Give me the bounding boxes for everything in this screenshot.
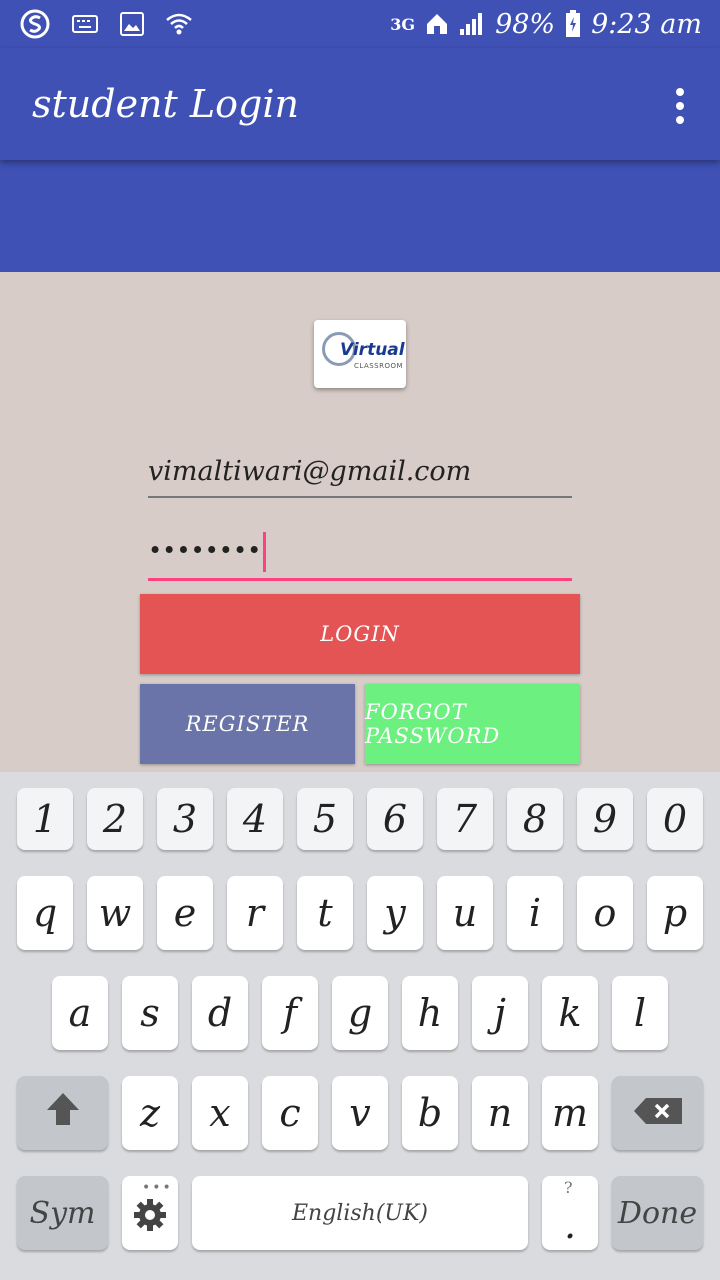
battery-charging-icon bbox=[565, 10, 581, 38]
password-value: •••••••• bbox=[148, 536, 262, 565]
more-dots-hint: ••• bbox=[142, 1180, 173, 1196]
key-x[interactable]: x bbox=[192, 1076, 248, 1150]
key-o[interactable]: o bbox=[577, 876, 633, 950]
space-key-label: English(UK) bbox=[292, 1200, 428, 1226]
key-a[interactable]: a bbox=[52, 976, 108, 1050]
sym-key-label: Sym bbox=[29, 1195, 96, 1231]
key-2[interactable]: 2 bbox=[87, 788, 143, 850]
clock: 9:23 am bbox=[591, 8, 702, 40]
email-field[interactable]: vimaltiwari@gmail.com bbox=[148, 456, 572, 498]
key-s[interactable]: s bbox=[122, 976, 178, 1050]
keyboard-icon bbox=[72, 15, 98, 33]
gear-icon bbox=[132, 1197, 168, 1242]
period-key-label: . bbox=[563, 1203, 577, 1247]
key-6[interactable]: 6 bbox=[367, 788, 423, 850]
signal-icon bbox=[459, 12, 485, 36]
period-hint-label: ? bbox=[564, 1178, 573, 1197]
key-j[interactable]: j bbox=[472, 976, 528, 1050]
key-0[interactable]: 0 bbox=[647, 788, 703, 850]
backspace-key[interactable] bbox=[612, 1076, 703, 1150]
home-data-icon bbox=[425, 12, 449, 36]
logo-subtext: CLASSROOM bbox=[354, 362, 404, 370]
key-9[interactable]: 9 bbox=[577, 788, 633, 850]
key-l[interactable]: l bbox=[612, 976, 668, 1050]
period-key[interactable]: . ? bbox=[542, 1176, 598, 1250]
app-title: student Login bbox=[32, 82, 299, 126]
image-icon bbox=[120, 12, 144, 36]
key-t[interactable]: t bbox=[297, 876, 353, 950]
shift-arrow-icon bbox=[44, 1090, 82, 1137]
key-4[interactable]: 4 bbox=[227, 788, 283, 850]
key-i[interactable]: i bbox=[507, 876, 563, 950]
login-button[interactable]: LOGIN bbox=[140, 594, 580, 674]
key-e[interactable]: e bbox=[157, 876, 213, 950]
key-p[interactable]: p bbox=[647, 876, 703, 950]
email-value: vimaltiwari@gmail.com bbox=[148, 456, 472, 487]
key-3[interactable]: 3 bbox=[157, 788, 213, 850]
battery-percent: 98% bbox=[495, 8, 556, 40]
header-band bbox=[0, 160, 720, 272]
key-r[interactable]: r bbox=[227, 876, 283, 950]
key-q[interactable]: q bbox=[17, 876, 73, 950]
key-7[interactable]: 7 bbox=[437, 788, 493, 850]
settings-key[interactable]: ••• bbox=[122, 1176, 178, 1250]
key-h[interactable]: h bbox=[402, 976, 458, 1050]
network-3g-icon: 3G bbox=[390, 14, 416, 34]
sym-key[interactable]: Sym bbox=[17, 1176, 108, 1250]
backspace-icon bbox=[632, 1091, 684, 1135]
virtual-classroom-logo: Virtual CLASSROOM bbox=[314, 320, 406, 388]
s-logo-icon bbox=[20, 9, 50, 39]
space-key[interactable]: English(UK) bbox=[192, 1176, 528, 1250]
key-d[interactable]: d bbox=[192, 976, 248, 1050]
wifi-icon bbox=[166, 13, 192, 35]
key-5[interactable]: 5 bbox=[297, 788, 353, 850]
key-f[interactable]: f bbox=[262, 976, 318, 1050]
forgot-password-button[interactable]: FORGOT PASSWORD bbox=[365, 684, 580, 764]
register-button[interactable]: REGISTER bbox=[140, 684, 355, 764]
shift-key[interactable] bbox=[17, 1076, 108, 1150]
key-8[interactable]: 8 bbox=[507, 788, 563, 850]
password-field[interactable]: •••••••• bbox=[148, 532, 572, 581]
key-u[interactable]: u bbox=[437, 876, 493, 950]
key-b[interactable]: b bbox=[402, 1076, 458, 1150]
soft-keyboard: 1 2 3 4 5 6 7 8 9 0 q w e r t y u i o p … bbox=[0, 772, 720, 1280]
key-1[interactable]: 1 bbox=[17, 788, 73, 850]
text-cursor bbox=[263, 532, 267, 572]
app-bar: student Login bbox=[0, 48, 720, 160]
key-k[interactable]: k bbox=[542, 976, 598, 1050]
key-m[interactable]: m bbox=[542, 1076, 598, 1150]
key-v[interactable]: v bbox=[332, 1076, 388, 1150]
done-key[interactable]: Done bbox=[612, 1176, 703, 1250]
logo-text: Virtual bbox=[340, 340, 405, 360]
status-bar: 3G 98% 9:23 am bbox=[0, 0, 720, 48]
more-vert-icon[interactable] bbox=[670, 88, 690, 124]
key-w[interactable]: w bbox=[87, 876, 143, 950]
key-c[interactable]: c bbox=[262, 1076, 318, 1150]
key-z[interactable]: z bbox=[122, 1076, 178, 1150]
key-y[interactable]: y bbox=[367, 876, 423, 950]
key-n[interactable]: n bbox=[472, 1076, 528, 1150]
done-key-label: Done bbox=[617, 1195, 698, 1231]
key-g[interactable]: g bbox=[332, 976, 388, 1050]
